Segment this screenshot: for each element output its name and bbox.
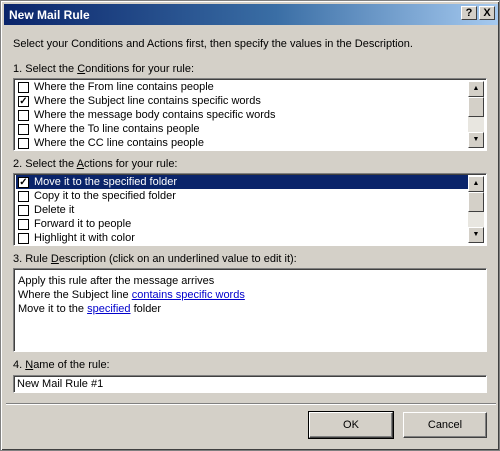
description-line: Apply this rule after the message arrive… [18,275,215,287]
condition-item-label: Where the CC line contains people [34,137,204,149]
ok-button[interactable]: OK [308,411,394,439]
condition-item-label: Where the Subject line contains specific… [34,95,261,107]
new-mail-rule-dialog: New Mail Rule ? X Select your Conditions… [0,0,500,451]
separator [6,403,496,405]
condition-item[interactable]: Where the CC line contains people [16,136,468,150]
condition-item[interactable]: ✓ Where the Subject line contains specifi… [16,94,468,108]
rule-name-label: 4. Name of the rule: [13,359,110,371]
intro-text: Select your Conditions and Actions first… [13,38,413,50]
rule-description-box: Apply this rule after the message arrive… [13,268,487,352]
unchecked-checkbox-icon[interactable] [18,137,29,149]
action-item-label: Delete it [34,204,75,216]
description-label: 3. Rule Description (click on an underli… [13,253,297,265]
scroll-up-arrow-icon[interactable]: ▲ [468,176,484,192]
description-line: Move it to the specified folder [18,303,162,315]
conditions-list[interactable]: Where the From line contains people ✓ Wher… [13,78,487,151]
rule-name-input[interactable] [13,375,487,393]
unchecked-checkbox-icon[interactable] [18,81,29,93]
unchecked-checkbox-icon[interactable] [18,190,29,202]
conditions-rows: Where the From line contains people ✓ Wher… [16,80,468,150]
unchecked-checkbox-icon[interactable] [18,204,29,216]
action-item-label: Move it to the specified folder [34,176,178,188]
action-item[interactable]: ✓ Move it to the specified folder [16,175,468,189]
actions-list[interactable]: ✓ Move it to the specified folder Copy it … [13,173,487,246]
help-button[interactable]: ? [461,6,477,20]
action-item[interactable]: Delete it [16,203,468,217]
description-line: Where the Subject line contains specific… [18,289,245,301]
checked-checkbox-icon[interactable]: ✓ [18,176,29,188]
actions-scrollbar[interactable]: ▲ ▼ [468,176,484,243]
dialog-title: New Mail Rule [9,7,90,22]
condition-item[interactable]: Where the From line contains people [16,80,468,94]
action-item-label: Forward it to people [34,218,132,230]
scroll-thumb[interactable] [468,97,484,117]
action-item-label: Highlight it with color [34,232,135,244]
unchecked-checkbox-icon[interactable] [18,109,29,121]
condition-item[interactable]: Where the message body contains specific… [16,108,468,122]
condition-item[interactable]: Where the To line contains people [16,122,468,136]
actions-rows: ✓ Move it to the specified folder Copy it … [16,175,468,245]
checked-checkbox-icon[interactable]: ✓ [18,95,29,107]
unchecked-checkbox-icon[interactable] [18,218,29,230]
action-item-label: Copy it to the specified folder [34,190,176,202]
unchecked-checkbox-icon[interactable] [18,232,29,244]
conditions-scrollbar[interactable]: ▲ ▼ [468,81,484,148]
actions-label: 2. Select the Actions for your rule: [13,158,178,170]
condition-item-label: Where the message body contains specific… [34,109,276,121]
conditions-label: 1. Select the Conditions for your rule: [13,63,195,75]
action-item[interactable]: Forward it to people [16,217,468,231]
close-button[interactable]: X [479,6,495,20]
contains-specific-words-link[interactable]: contains specific words [132,289,245,301]
cancel-button[interactable]: Cancel [403,412,487,438]
unchecked-checkbox-icon[interactable] [18,123,29,135]
condition-item-label: Where the From line contains people [34,81,214,93]
action-item[interactable]: Copy it to the specified folder [16,189,468,203]
scroll-down-arrow-icon[interactable]: ▼ [468,132,484,148]
action-item[interactable]: Highlight it with color [16,231,468,245]
title-bar[interactable]: New Mail Rule ? X [4,4,498,25]
scroll-thumb[interactable] [468,192,484,212]
scroll-up-arrow-icon[interactable]: ▲ [468,81,484,97]
scroll-down-arrow-icon[interactable]: ▼ [468,227,484,243]
condition-item-label: Where the To line contains people [34,123,200,135]
specified-folder-link[interactable]: specified [87,303,130,315]
